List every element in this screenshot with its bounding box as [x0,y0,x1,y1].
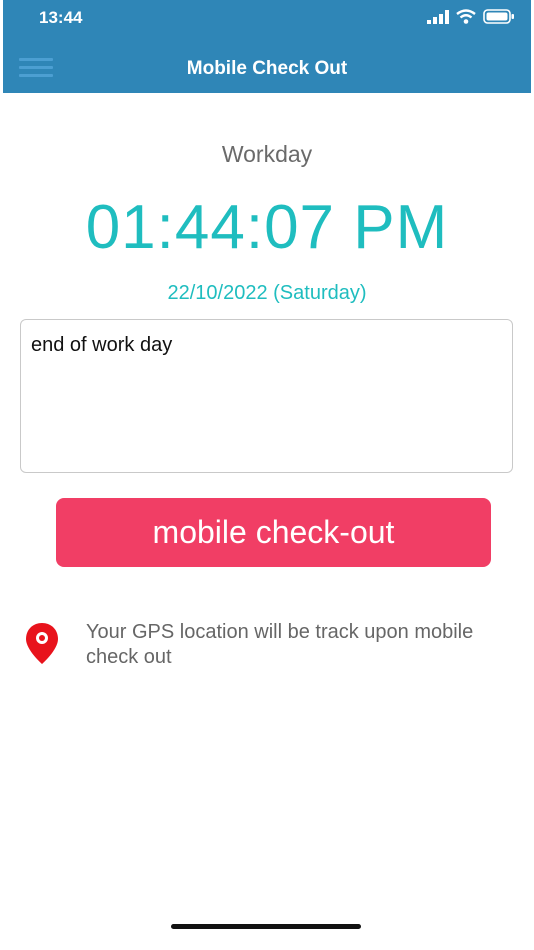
current-date-display: 22/10/2022 (Saturday) [167,282,367,304]
status-time: 13:44 [39,8,83,27]
workday-label: Workday [221,141,313,167]
check-out-note-input[interactable] [20,319,513,473]
home-indicator [171,924,361,929]
status-icons [427,9,515,24]
wifi-icon [456,9,476,24]
current-time-display: 01:44:07 PM [85,193,449,262]
location-pin-icon [26,623,58,664]
mobile-check-out-screen: 13:44 Mobile Check Out Workday 01:44:07 … [0,0,534,950]
page-title: Mobile Check Out [186,58,348,79]
signal-icon [427,9,449,24]
battery-icon [483,9,514,24]
mobile-check-out-button[interactable]: mobile check-out [56,498,491,567]
app-header: 13:44 Mobile Check Out [3,0,531,93]
gps-notice-text: Your GPS location will be track upon mob… [86,621,474,668]
